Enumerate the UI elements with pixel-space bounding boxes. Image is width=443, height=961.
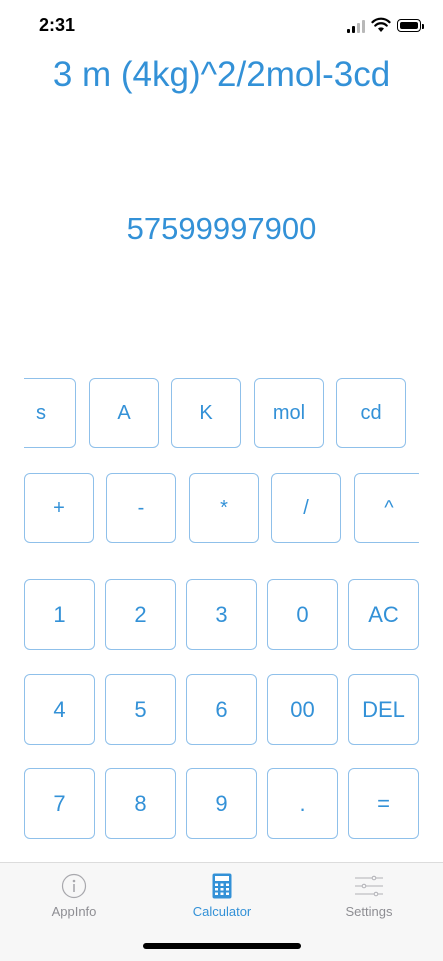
unit-key-cd[interactable]: cd (336, 378, 406, 448)
calculator-icon (212, 873, 232, 899)
digit-2-key[interactable]: 2 (105, 579, 176, 650)
delete-key[interactable]: DEL (348, 674, 419, 745)
status-time: 2:31 (39, 15, 76, 35)
expression-display: 3 m (4kg)^2/2mol-3cd (52, 55, 391, 94)
digit-3-key[interactable]: 3 (186, 579, 257, 650)
digit-0-key[interactable]: 0 (267, 579, 338, 650)
unit-keys-row[interactable]: s A K mol cd (24, 377, 408, 449)
tab-settings-label: Settings (345, 904, 393, 919)
sliders-icon (355, 875, 383, 897)
keypad-row-2: 4 5 6 00 DEL (24, 674, 420, 746)
tab-calculator[interactable]: Calculator (148, 863, 296, 933)
divide-key[interactable]: / (271, 473, 341, 543)
digit-5-key[interactable]: 5 (105, 674, 176, 745)
unit-key-mol[interactable]: mol (254, 378, 324, 448)
cellular-signal-icon (347, 20, 367, 33)
operator-keys-row[interactable]: + - * / ^ (24, 472, 419, 544)
digit-7-key[interactable]: 7 (24, 768, 95, 839)
plus-key[interactable]: + (24, 473, 94, 543)
wifi-icon (371, 17, 391, 32)
digit-1-key[interactable]: 1 (24, 579, 95, 650)
keypad-row-3: 7 8 9 . = (24, 768, 420, 840)
double-zero-key[interactable]: 00 (267, 674, 338, 745)
minus-key[interactable]: - (106, 473, 176, 543)
equals-key[interactable]: = (348, 768, 419, 839)
tab-calculator-label: Calculator (192, 904, 252, 919)
power-key[interactable]: ^ (354, 473, 419, 543)
clear-all-key[interactable]: AC (348, 579, 419, 650)
info-icon (61, 873, 87, 899)
unit-key-s[interactable]: s (24, 378, 76, 448)
digit-8-key[interactable]: 8 (105, 768, 176, 839)
battery-icon (397, 19, 424, 32)
status-bar: 2:31 (0, 0, 443, 50)
home-indicator (143, 943, 301, 949)
digit-6-key[interactable]: 6 (186, 674, 257, 745)
digit-9-key[interactable]: 9 (186, 768, 257, 839)
keypad-row-1: 1 2 3 0 AC (24, 579, 420, 651)
tab-appinfo[interactable]: AppInfo (0, 863, 148, 933)
digit-4-key[interactable]: 4 (24, 674, 95, 745)
tab-settings[interactable]: Settings (295, 863, 443, 933)
unit-key-k[interactable]: K (171, 378, 241, 448)
tab-appinfo-label: AppInfo (51, 904, 97, 919)
decimal-point-key[interactable]: . (267, 768, 338, 839)
result-display: 57599997900 (126, 211, 317, 246)
unit-key-a[interactable]: A (89, 378, 159, 448)
multiply-key[interactable]: * (189, 473, 259, 543)
